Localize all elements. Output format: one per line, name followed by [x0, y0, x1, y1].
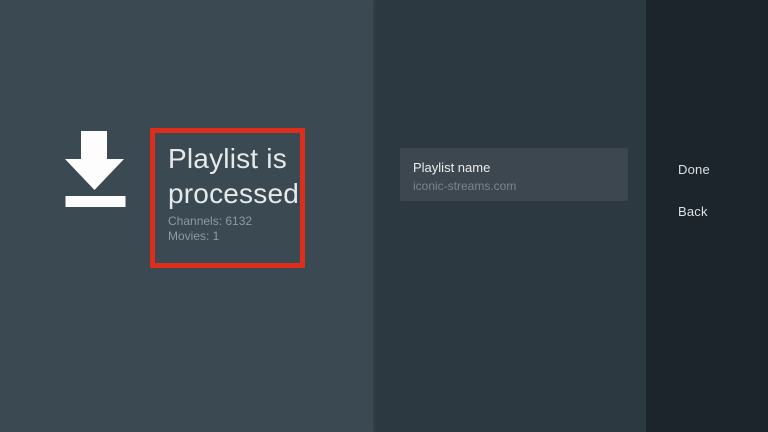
status-title: Playlist is processed	[168, 143, 299, 209]
download-icon	[65, 131, 126, 207]
channels-count: Channels: 6132	[168, 214, 253, 228]
playlist-name-label: Playlist name	[413, 160, 491, 175]
action-panel: Done Back	[646, 0, 768, 432]
movies-count: Movies: 1	[168, 229, 220, 243]
tv-screen: Playlist is processed Channels: 6132 Mov…	[0, 0, 768, 432]
status-stats: Channels: 6132 Movies: 1	[168, 214, 252, 244]
status-panel: Playlist is processed Channels: 6132 Mov…	[0, 0, 373, 432]
playlist-name-value: iconic-streams.com	[413, 179, 517, 193]
form-panel: Playlist name iconic-streams.com	[373, 0, 646, 432]
done-button[interactable]: Done	[678, 162, 710, 177]
playlist-name-field[interactable]: Playlist name iconic-streams.com	[400, 148, 628, 201]
back-button[interactable]: Back	[678, 204, 708, 219]
